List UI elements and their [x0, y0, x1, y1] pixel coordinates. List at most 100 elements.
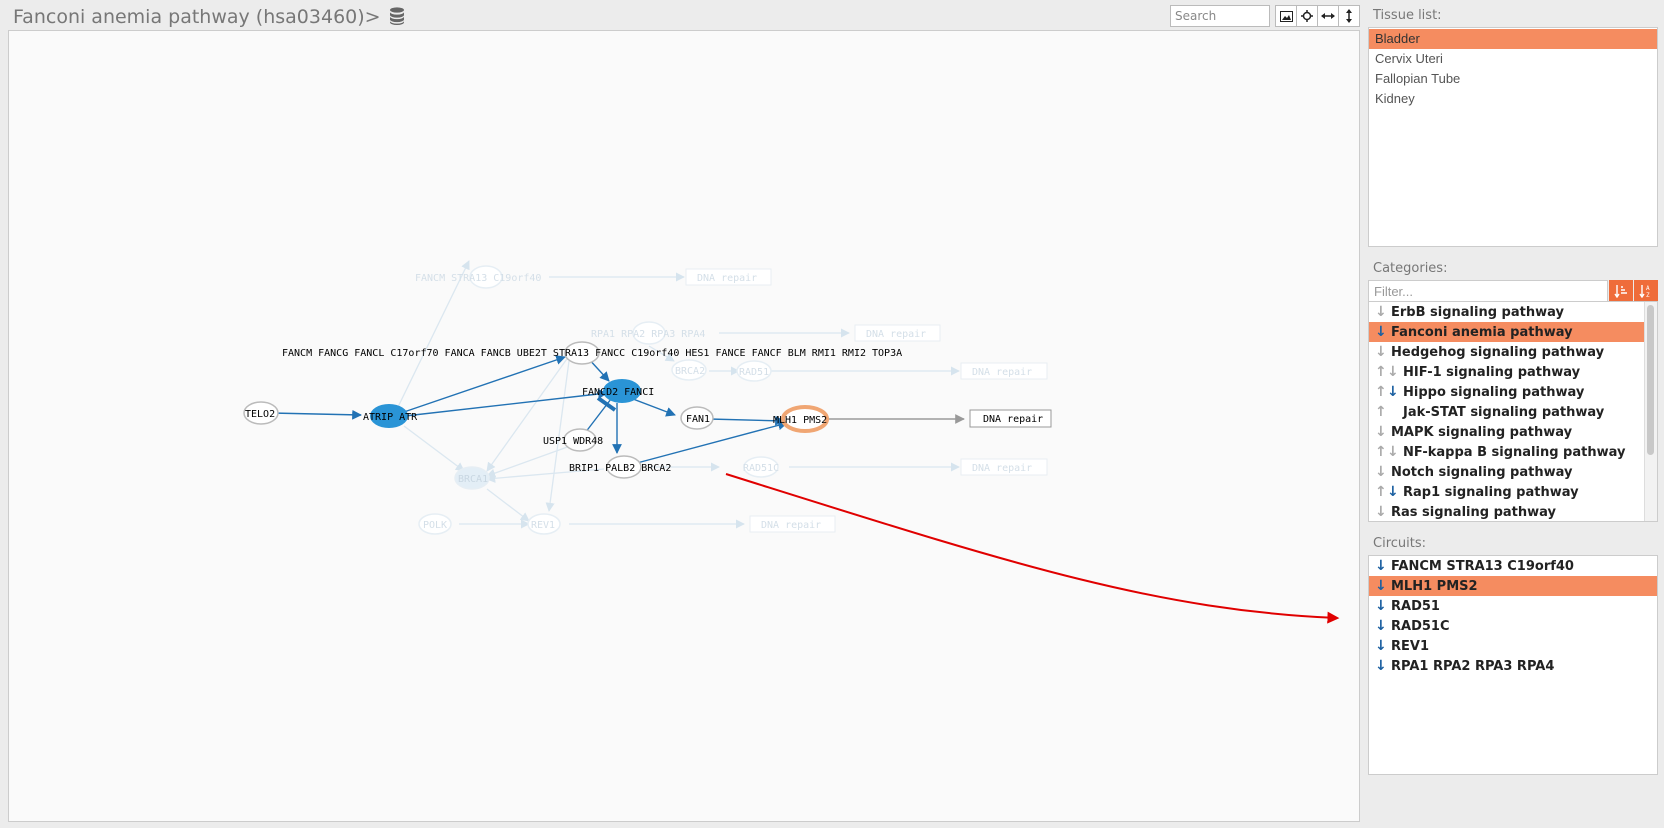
faded-label-rpa: RPA1 RPA2 RPA3 RPA4 — [591, 329, 705, 340]
faded-label-fancm-top: FANCM STRA13 C19orf40 — [415, 273, 541, 284]
pathway-title-text: Fanconi anemia pathway (hsa03460) — [13, 6, 365, 28]
circuit-label: FANCM STRA13 C19orf40 — [1391, 559, 1574, 574]
circuit-item[interactable]: ↓ FANCM STRA13 C19orf40 — [1369, 556, 1657, 576]
category-item[interactable]: ↓ Fanconi anemia pathway — [1369, 322, 1657, 342]
down-arrow-icon: ↓ — [1375, 578, 1387, 594]
faded-label-brca1: BRCA1 — [458, 474, 488, 485]
category-label: Jak-STAT signaling pathway — [1403, 405, 1605, 420]
side-panel: Tissue list: Bladder Cervix Uteri Fallop… — [1368, 0, 1660, 828]
label-atrip-atr: ATRIP ATR — [363, 412, 418, 423]
faded-label-rev1: REV1 — [531, 520, 555, 531]
down-arrow-icon: ↓ — [1387, 484, 1399, 500]
svg-text:Z: Z — [1646, 292, 1650, 298]
sort-alphabetical-icon[interactable]: AZ — [1634, 280, 1658, 302]
categories-filter-input[interactable] — [1368, 280, 1608, 302]
category-item[interactable]: ↓ Ras signaling pathway — [1369, 502, 1657, 521]
tissue-item-kidney[interactable]: Kidney — [1369, 89, 1657, 109]
faded-label-dna-repair-5: DNA repair — [761, 520, 821, 531]
label-brip1-palb2-brca2: BRIP1 PALB2 BRCA2 — [569, 463, 671, 474]
center-icon[interactable] — [1296, 5, 1318, 27]
fit-height-icon[interactable] — [1338, 5, 1360, 27]
category-label: ErbB signaling pathway — [1391, 305, 1564, 320]
down-arrow-icon: ↓ — [1375, 598, 1387, 614]
circuits-label: Circuits: — [1373, 536, 1426, 551]
svg-text:A: A — [1646, 285, 1650, 292]
category-item[interactable]: ↓ Notch signaling pathway — [1369, 462, 1657, 482]
tissue-list: Bladder Cervix Uteri Fallopian Tube Kidn… — [1368, 27, 1658, 247]
up-arrow-icon: ↑ — [1375, 484, 1387, 500]
label-mlh1-pms2: MLH1 PMS2 — [773, 415, 827, 426]
down-arrow-icon: ↓ — [1387, 384, 1399, 400]
categories-filter-row: AZ — [1368, 280, 1658, 302]
down-arrow-icon: ↓ — [1375, 658, 1387, 674]
category-label: Fanconi anemia pathway — [1391, 325, 1573, 340]
categories-label: Categories: — [1373, 261, 1448, 276]
circuit-label: MLH1 PMS2 — [1391, 579, 1478, 594]
up-arrow-icon: ↑ — [1375, 384, 1387, 400]
faded-label-rad51c: RAD51C — [743, 463, 779, 474]
category-item[interactable]: ↓ ErbB signaling pathway — [1369, 302, 1657, 322]
down-arrow-icon: ↓ — [1375, 344, 1387, 360]
down-arrow-icon: ↓ — [1375, 324, 1387, 340]
tissue-list-label: Tissue list: — [1373, 8, 1442, 23]
faded-nodes: FANCM STRA13 C19orf40 DNA repair RPA1 RP… — [415, 265, 1048, 535]
circuit-label: RAD51 — [1391, 599, 1440, 614]
circuit-label: RAD51C — [1391, 619, 1450, 634]
category-item[interactable]: ↑↓ NF-kappa B signaling pathway — [1369, 442, 1657, 462]
down-arrow-icon: ↓ — [1375, 558, 1387, 574]
down-arrow-icon: ↓ — [1375, 618, 1387, 634]
active-nodes[interactable]: TELO2 ATRIP ATR FANCM FANCG FANCL C17orf… — [243, 341, 1052, 479]
database-icon[interactable] — [389, 7, 405, 30]
category-item[interactable]: ↑↓ HIF-1 signaling pathway — [1369, 362, 1657, 382]
tissue-item-cervix-uteri[interactable]: Cervix Uteri — [1369, 49, 1657, 69]
category-label: Notch signaling pathway — [1391, 465, 1573, 480]
down-arrow-icon: ↓ — [1375, 504, 1387, 520]
down-arrow-icon: ↓ — [1375, 424, 1387, 440]
sort-ascending-icon[interactable] — [1609, 280, 1633, 302]
label-fancm-complex: FANCM FANCG FANCL C17orf70 FANCA FANCB U… — [282, 348, 902, 359]
circuit-item[interactable]: ↓ RAD51C — [1369, 616, 1657, 636]
category-item[interactable]: ↓ MAPK signaling pathway — [1369, 422, 1657, 442]
label-usp1-wdr48: USP1 WDR48 — [543, 436, 603, 447]
faded-label-rad51: RAD51 — [739, 367, 769, 378]
circuit-item[interactable]: ↓ RPA1 RPA2 RPA3 RPA4 — [1369, 656, 1657, 676]
label-telo2: TELO2 — [245, 409, 275, 420]
search-input[interactable] — [1170, 5, 1270, 27]
fit-width-icon[interactable] — [1317, 5, 1339, 27]
pathway-graph-canvas[interactable]: FANCM STRA13 C19orf40 DNA repair RPA1 RP… — [8, 30, 1360, 822]
circuit-item[interactable]: ↓ MLH1 PMS2 — [1369, 576, 1657, 596]
category-item[interactable]: ↓ Hedgehog signaling pathway — [1369, 342, 1657, 362]
category-label: HIF-1 signaling pathway — [1403, 365, 1581, 380]
category-label: Hippo signaling pathway — [1403, 385, 1585, 400]
category-label: Hedgehog signaling pathway — [1391, 345, 1605, 360]
pathway-title: Fanconi anemia pathway (hsa03460)> — [13, 6, 405, 30]
circuit-item[interactable]: ↓ REV1 — [1369, 636, 1657, 656]
down-arrow-icon: ↓ — [1375, 304, 1387, 320]
label-fancd2-fanci: FANCD2 FANCI — [582, 387, 654, 398]
categories-list[interactable]: ↓ ErbB signaling pathway ↓ Fanconi anemia p… — [1368, 301, 1658, 522]
categories-scrollbar[interactable] — [1644, 302, 1657, 521]
tissue-item-fallopian-tube[interactable]: Fallopian Tube — [1369, 69, 1657, 89]
up-arrow-icon: ↑ — [1375, 364, 1387, 380]
label-dna-repair: DNA repair — [983, 414, 1043, 425]
pathway-graph[interactable]: FANCM STRA13 C19orf40 DNA repair RPA1 RP… — [9, 31, 1359, 821]
up-arrow-icon: ↑ — [1375, 404, 1387, 420]
down-arrow-icon: ↓ — [1375, 464, 1387, 480]
title-separator: > — [364, 6, 381, 28]
tissue-item-bladder[interactable]: Bladder — [1369, 29, 1657, 49]
up-arrow-icon: ↑ — [1375, 444, 1387, 460]
pathway-panel: Fanconi anemia pathway (hsa03460)> Searc… — [8, 0, 1360, 828]
faded-label-brca2: BRCA2 — [675, 366, 705, 377]
image-icon[interactable] — [1275, 5, 1297, 27]
down-arrow-icon: ↓ — [1387, 444, 1399, 460]
circuit-item[interactable]: ↓ RAD51 — [1369, 596, 1657, 616]
faded-label-dna-repair-4: DNA repair — [972, 463, 1032, 474]
category-item[interactable]: ↑↓ Hippo signaling pathway — [1369, 382, 1657, 402]
down-arrow-icon: ↓ — [1387, 364, 1399, 380]
active-edges — [270, 355, 788, 464]
category-item[interactable]: ↑ Jak-STAT signaling pathway — [1369, 402, 1657, 422]
category-item[interactable]: ↑↓ Rap1 signaling pathway — [1369, 482, 1657, 502]
faded-label-dna-repair-3: DNA repair — [972, 367, 1032, 378]
graph-toolbar — [1170, 5, 1360, 27]
down-arrow-icon: ↓ — [1375, 638, 1387, 654]
